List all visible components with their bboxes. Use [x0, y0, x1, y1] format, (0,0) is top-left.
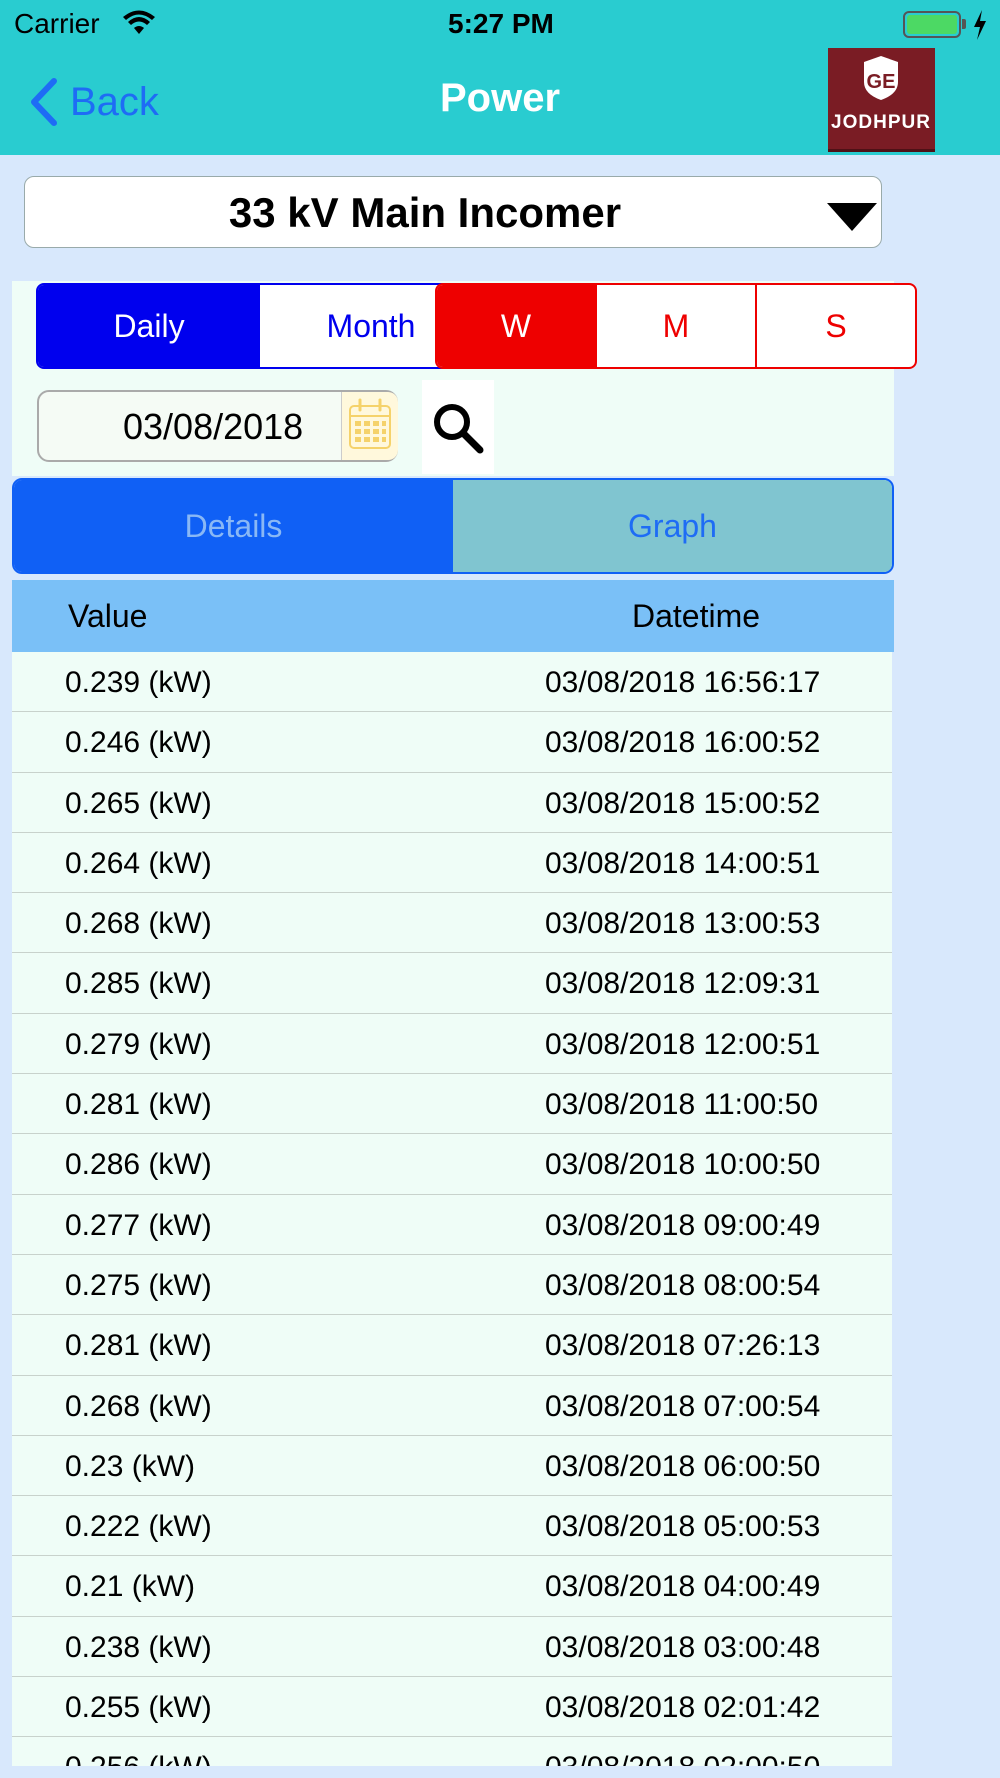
readings-table[interactable]: 0.239 (kW) 03/08/2018 16:56:17 0.246 (kW) 0… [12, 652, 892, 1766]
status-bar: Carrier 5:27 PM [0, 0, 1000, 50]
month-range-segment[interactable]: M [595, 285, 755, 367]
row-value: 0.21 (kW) [65, 1570, 196, 1604]
table-row[interactable]: 0.265 (kW) 03/08/2018 15:00:52 [12, 773, 892, 833]
navigation-bar: Carrier 5:27 PM Back Power GE JODHPUR [0, 0, 1000, 155]
row-datetime: 03/08/2018 08:00:54 [545, 1268, 821, 1302]
row-datetime: 03/08/2018 11:00:50 [545, 1088, 819, 1122]
table-row[interactable]: 0.256 (kW) 03/08/2018 02:00:50 [12, 1737, 892, 1766]
row-value: 0.255 (kW) [65, 1691, 212, 1725]
row-datetime: 03/08/2018 16:00:52 [545, 726, 821, 760]
row-datetime: 03/08/2018 06:00:50 [545, 1449, 821, 1483]
table-row[interactable]: 0.264 (kW) 03/08/2018 14:00:51 [12, 833, 892, 894]
table-row[interactable]: 0.277 (kW) 03/08/2018 09:00:49 [12, 1195, 892, 1255]
tab-details[interactable]: Details [14, 480, 453, 572]
column-header-datetime: Datetime [632, 598, 761, 634]
s-segment[interactable]: S [755, 285, 915, 367]
view-tabs: Details Graph [12, 478, 894, 574]
row-datetime: 03/08/2018 12:00:51 [545, 1027, 821, 1061]
row-value: 0.23 (kW) [65, 1449, 196, 1483]
period-segmented-control: Daily Month [36, 283, 484, 369]
row-datetime: 03/08/2018 07:26:13 [545, 1329, 821, 1363]
search-icon [434, 404, 484, 454]
table-row[interactable]: 0.222 (kW) 03/08/2018 05:00:53 [12, 1496, 892, 1557]
row-value: 0.279 (kW) [65, 1027, 212, 1061]
date-input-value: 03/08/2018 [123, 406, 304, 447]
table-row[interactable]: 0.246 (kW) 03/08/2018 16:00:52 [12, 712, 892, 773]
row-value: 0.277 (kW) [65, 1208, 212, 1242]
range-segmented-control: W M S [435, 283, 917, 369]
row-datetime: 03/08/2018 05:00:53 [545, 1510, 821, 1544]
table-row[interactable]: 0.268 (kW) 03/08/2018 13:00:53 [12, 893, 892, 954]
row-value: 0.268 (kW) [65, 907, 212, 941]
table-row[interactable]: 0.238 (kW) 03/08/2018 03:00:48 [12, 1617, 892, 1678]
table-header: Value Datetime [12, 580, 894, 652]
table-row[interactable]: 0.239 (kW) 03/08/2018 16:56:17 [12, 652, 892, 713]
week-segment[interactable]: W [437, 285, 595, 367]
table-row[interactable]: 0.286 (kW) 03/08/2018 10:00:50 [12, 1134, 892, 1195]
table-row[interactable]: 0.255 (kW) 03/08/2018 02:01:42 [12, 1677, 892, 1738]
row-value: 0.268 (kW) [65, 1389, 212, 1423]
row-datetime: 03/08/2018 12:09:31 [545, 967, 821, 1001]
row-datetime: 03/08/2018 09:00:49 [545, 1208, 821, 1242]
tab-graph[interactable]: Graph [453, 480, 892, 572]
row-datetime: 03/08/2018 04:00:49 [545, 1570, 821, 1604]
date-input[interactable]: 03/08/2018 [37, 390, 398, 462]
row-datetime: 03/08/2018 15:00:52 [545, 786, 821, 820]
row-value: 0.265 (kW) [65, 786, 212, 820]
row-datetime: 03/08/2018 03:00:48 [545, 1630, 821, 1664]
row-datetime: 03/08/2018 07:00:54 [545, 1389, 821, 1423]
feeder-dropdown-value: 33 kV Main Incomer [228, 189, 622, 236]
table-row[interactable]: 0.275 (kW) 03/08/2018 08:00:54 [12, 1255, 892, 1316]
chevron-left-icon [31, 78, 57, 126]
back-label: Back [70, 79, 159, 124]
row-value: 0.239 (kW) [65, 666, 212, 699]
battery-icon [903, 11, 961, 38]
table-row[interactable]: 0.23 (kW) 03/08/2018 06:00:50 [12, 1436, 892, 1497]
svg-text:GE: GE [867, 71, 896, 93]
column-header-value: Value [68, 598, 148, 634]
carrier-label: Carrier [14, 8, 100, 39]
row-datetime: 03/08/2018 16:56:17 [545, 666, 821, 699]
row-value: 0.222 (kW) [65, 1510, 212, 1544]
table-row[interactable]: 0.21 (kW) 03/08/2018 04:00:49 [12, 1556, 892, 1617]
row-datetime: 03/08/2018 02:01:42 [545, 1691, 821, 1725]
table-row[interactable]: 0.281 (kW) 03/08/2018 11:00:50 [12, 1074, 892, 1135]
row-value: 0.281 (kW) [65, 1088, 212, 1122]
table-row[interactable]: 0.268 (kW) 03/08/2018 07:00:54 [12, 1376, 892, 1436]
ge-jodhpur-logo: GE JODHPUR [828, 48, 935, 152]
back-button[interactable]: Back [28, 74, 159, 130]
calendar-icon[interactable] [341, 392, 398, 460]
table-row[interactable]: 0.281 (kW) 03/08/2018 07:26:13 [12, 1315, 892, 1376]
charging-bolt-icon [974, 10, 986, 40]
row-value: 0.275 (kW) [65, 1268, 212, 1302]
status-time: 5:27 PM [448, 8, 554, 39]
page-title: Power [440, 76, 561, 120]
table-row[interactable]: 0.285 (kW) 03/08/2018 12:09:31 [12, 953, 892, 1014]
row-value: 0.246 (kW) [65, 726, 212, 760]
daily-segment[interactable]: Daily [38, 285, 260, 367]
row-datetime: 03/08/2018 02:00:50 [545, 1751, 820, 1766]
search-button[interactable] [422, 380, 494, 474]
row-value: 0.256 (kW) [65, 1751, 212, 1766]
svg-text:JODHPUR: JODHPUR [831, 112, 931, 133]
row-value: 0.281 (kW) [65, 1329, 212, 1363]
row-value: 0.238 (kW) [65, 1630, 212, 1664]
triangle-down-icon [827, 203, 877, 231]
feeder-dropdown[interactable]: 33 kV Main Incomer [24, 176, 882, 248]
row-datetime: 03/08/2018 10:00:50 [545, 1148, 821, 1182]
row-datetime: 03/08/2018 13:00:53 [545, 907, 821, 941]
row-datetime: 03/08/2018 14:00:51 [545, 846, 821, 880]
wifi-icon [123, 10, 155, 34]
row-value: 0.285 (kW) [65, 967, 212, 1001]
table-row[interactable]: 0.279 (kW) 03/08/2018 12:00:51 [12, 1014, 892, 1075]
row-value: 0.286 (kW) [65, 1148, 212, 1182]
row-value: 0.264 (kW) [65, 846, 212, 880]
